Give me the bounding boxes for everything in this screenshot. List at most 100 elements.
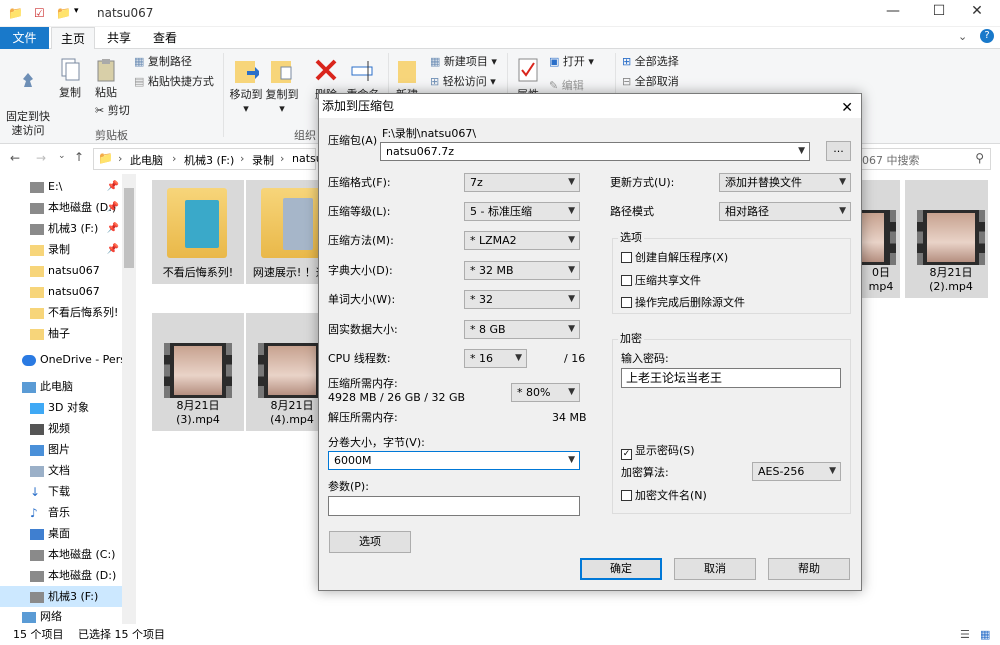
select-none-button[interactable]: ⊟ 全部取消 — [622, 75, 679, 89]
nav-item[interactable]: natsu067 — [0, 260, 122, 281]
sfx-checkbox[interactable]: 创建自解压程序(X) — [621, 251, 728, 265]
address-bar[interactable]: 📁 › 此电脑 › 机械3 (F:) › 录制 › natsu — [93, 148, 323, 170]
nav-item[interactable]: ♪ 音乐 — [0, 502, 122, 523]
nav-item[interactable]: 本地磁盘 (D:) 📌 — [0, 197, 122, 218]
archive-name-combo[interactable]: natsu067.7z ▼ — [380, 142, 810, 161]
video-tile[interactable]: 8月21日 (2).mp4 — [905, 180, 997, 298]
nav-item[interactable]: 录制 📌 — [0, 239, 122, 260]
params-input[interactable] — [328, 496, 580, 516]
nav-item[interactable]: 本地磁盘 (D:) — [0, 565, 122, 586]
back-arrow-icon[interactable]: ← — [10, 151, 20, 165]
help-icon[interactable]: ? — [980, 29, 994, 43]
edit-button[interactable]: ✎ 编辑 — [549, 79, 584, 93]
cpu-total: / 16 — [564, 352, 586, 365]
close-icon[interactable]: ✕ — [841, 96, 853, 120]
nav-item[interactable]: 柚子 — [0, 323, 122, 344]
method-select[interactable]: * LZMA2 ▼ — [464, 231, 580, 250]
mem-percent-select[interactable]: * 80% ▼ — [511, 383, 580, 402]
nav-item[interactable]: 桌面 — [0, 523, 122, 544]
chevron-down-icon[interactable]: ⌄ — [958, 30, 967, 43]
cut-button[interactable]: ✂ 剪切 — [95, 104, 130, 118]
chevron-down-icon: ▼ — [839, 177, 846, 187]
breadcrumb-drive[interactable]: 机械3 (F:) — [184, 152, 234, 168]
tab-view[interactable]: 查看 — [144, 27, 186, 49]
new-folder-icon[interactable]: 📁 — [56, 6, 71, 20]
cpu-select[interactable]: * 16 ▼ — [464, 349, 527, 368]
ok-button[interactable]: 确定 — [580, 558, 662, 580]
format-select[interactable]: 7z ▼ — [464, 173, 580, 192]
easy-access-button[interactable]: ⊞ 轻松访问 ▾ — [430, 75, 496, 89]
dialog-title: 添加到压缩包 — [322, 99, 395, 113]
video-tile[interactable]: 8月21日 (3).mp4 — [152, 313, 244, 431]
help-button[interactable]: 帮助 — [768, 558, 850, 580]
word-select[interactable]: * 32 ▼ — [464, 290, 580, 309]
nav-item-onedrive[interactable]: OneDrive - Pers — [0, 349, 122, 370]
nav-item[interactable]: 不看后悔系列! — [0, 302, 122, 323]
copy-to-icon — [271, 61, 292, 83]
forward-arrow-icon[interactable]: → — [36, 151, 46, 165]
tab-home[interactable]: 主页 — [51, 27, 95, 50]
nav-item[interactable]: 本地磁盘 (C:) — [0, 544, 122, 565]
nav-item-this-pc[interactable]: 此电脑 — [0, 376, 122, 397]
up-arrow-icon[interactable]: ↑ — [74, 150, 84, 164]
quick-access-dropdown-icon[interactable]: ▾ — [74, 6, 79, 16]
nav-item-selected[interactable]: 机械3 (F:) — [0, 586, 122, 607]
encrypt-names-checkbox[interactable]: 加密文件名(N) — [621, 489, 707, 503]
nav-scrollbar[interactable] — [122, 174, 136, 624]
breadcrumb-recordings[interactable]: 录制 — [252, 152, 274, 168]
nav-item[interactable]: 3D 对象 — [0, 397, 122, 418]
desktop-icon — [30, 528, 44, 540]
password-input[interactable]: 上老王论坛当老王 — [621, 368, 841, 388]
breadcrumb-this-pc[interactable]: 此电脑 — [130, 152, 163, 168]
search-input[interactable]: 067 中搜索 ⚲ — [843, 148, 991, 170]
copy-path-button[interactable]: ▦ 复制路径 — [134, 55, 192, 69]
mem-value: 4928 MB / 26 GB / 32 GB — [328, 391, 466, 404]
browse-button[interactable]: ... — [826, 141, 851, 161]
show-password-checkbox[interactable]: ✓ 显示密码(S) — [621, 444, 695, 460]
paste-shortcut-button[interactable]: ▤ 粘贴快捷方式 — [134, 75, 214, 89]
open-button[interactable]: ▣ 打开 ▾ — [549, 55, 594, 69]
tab-file[interactable]: 文件 — [0, 27, 49, 49]
pathmode-select[interactable]: 相对路径 ▼ — [719, 202, 851, 221]
nav-item[interactable]: E:\ 📌 — [0, 176, 122, 197]
split-combo[interactable]: 6000M ▼ — [328, 451, 580, 470]
level-select[interactable]: 5 - 标准压缩 ▼ — [464, 202, 580, 221]
details-view-icon[interactable]: ☰ — [960, 624, 970, 645]
nav-item[interactable]: 机械3 (F:) 📌 — [0, 218, 122, 239]
nav-item[interactable]: 视频 — [0, 418, 122, 439]
update-label: 更新方式(U): — [610, 176, 675, 189]
properties-check-icon[interactable]: ☑ — [34, 6, 45, 20]
video-thumbnail — [917, 210, 985, 265]
update-select[interactable]: 添加并替换文件 ▼ — [719, 173, 851, 192]
paste-button[interactable]: 粘贴 — [92, 57, 120, 100]
encryption-group-label: 加密 — [618, 332, 644, 346]
copy-button[interactable]: 复制 — [56, 57, 84, 100]
content-scrollbar[interactable] — [988, 174, 1000, 624]
shared-files-checkbox[interactable]: 压缩共享文件 — [621, 274, 701, 288]
move-to-button[interactable]: 移动到 ▾ — [229, 57, 263, 116]
enc-method-select[interactable]: AES-256 ▼ — [752, 462, 841, 481]
solid-select[interactable]: * 8 GB ▼ — [464, 320, 580, 339]
select-all-button[interactable]: ⊞ 全部选择 — [622, 55, 679, 69]
tab-share[interactable]: 共享 — [99, 27, 139, 49]
nav-item-network[interactable]: 网络 — [0, 610, 122, 624]
close-icon[interactable]: ✕ — [954, 3, 1000, 25]
folder-tile[interactable]: 不看后悔系列! — [152, 180, 244, 284]
dict-select[interactable]: * 32 MB ▼ — [464, 261, 580, 280]
video-tile[interactable]: 0日 mp4 — [862, 180, 900, 298]
options-button[interactable]: 选项 — [329, 531, 411, 553]
large-icons-view-icon[interactable]: ▦ — [980, 624, 990, 645]
cancel-button[interactable]: 取消 — [674, 558, 756, 580]
recent-dropdown-icon[interactable]: ⌄ — [58, 151, 66, 161]
delete-after-checkbox[interactable]: 操作完成后删除源文件 — [621, 296, 745, 310]
nav-item[interactable]: 图片 — [0, 439, 122, 460]
minimize-icon[interactable]: — — [870, 3, 916, 25]
scrollbar-thumb[interactable] — [124, 188, 134, 268]
pin-quick-access-button[interactable]: 固定到快 速访问 — [6, 57, 50, 138]
nav-item[interactable]: 文档 — [0, 460, 122, 481]
new-item-button[interactable]: ▦ 新建项目 ▾ — [430, 55, 497, 69]
nav-item[interactable]: natsu067 — [0, 281, 122, 302]
chevron-down-icon: ▼ — [568, 324, 575, 334]
copy-to-button[interactable]: 复制到 ▾ — [265, 57, 299, 116]
nav-item[interactable]: ↓ 下载 — [0, 481, 122, 502]
